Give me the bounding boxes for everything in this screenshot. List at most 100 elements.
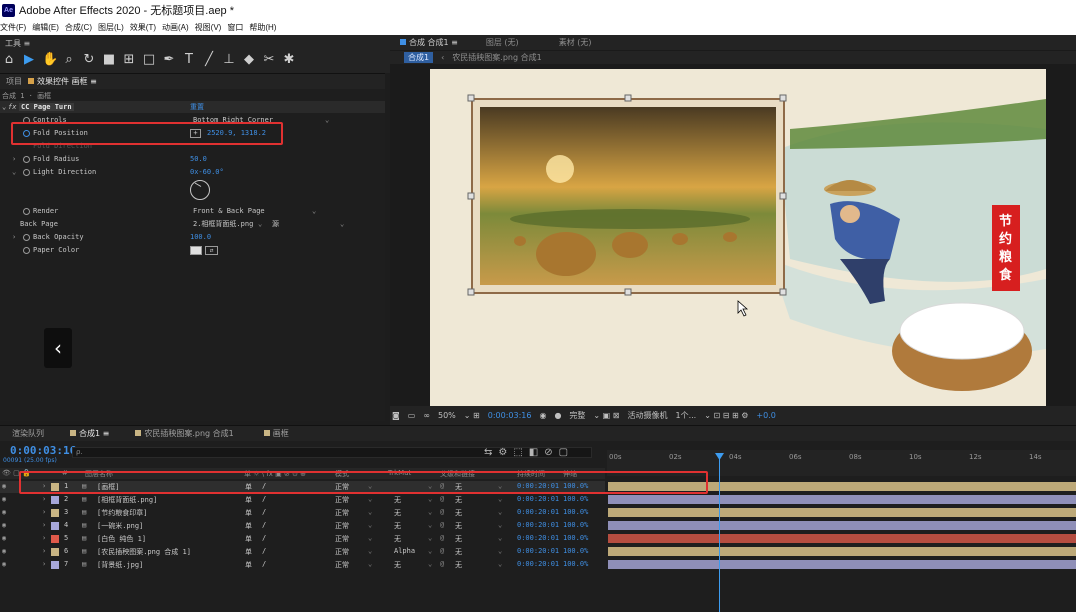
angle-dial[interactable] xyxy=(190,180,210,200)
layer-trkmat[interactable]: 无 xyxy=(394,521,401,531)
layer-duration-bar[interactable] xyxy=(608,521,1076,530)
chevron-down-icon[interactable]: ⌄ xyxy=(368,521,372,529)
pan-behind-icon[interactable]: ⊞ xyxy=(122,52,136,67)
layer-mode[interactable]: 正常 xyxy=(335,508,349,518)
back-arrow-button[interactable]: ‹ xyxy=(44,328,72,368)
puppet-icon[interactable]: ✱ xyxy=(282,52,296,67)
stopwatch-icon[interactable] xyxy=(23,207,30,215)
mask-icon[interactable]: ∞ xyxy=(423,411,430,420)
pen-icon[interactable]: ✒ xyxy=(162,52,176,67)
label-color-swatch[interactable] xyxy=(51,522,59,530)
monitor-icon[interactable]: ▭ xyxy=(408,411,416,420)
expand-arrow-icon[interactable]: ⌄ xyxy=(12,168,16,176)
zoom-icon[interactable]: ⌕ xyxy=(62,52,76,67)
eraser-icon[interactable]: ◆ xyxy=(242,52,256,67)
crumb-nested-comp[interactable]: 农民插秧图案.png 合成1 xyxy=(452,52,541,63)
crumb-comp1[interactable]: 合成1 xyxy=(404,52,434,63)
label-color-swatch[interactable] xyxy=(51,496,59,504)
layer-parent[interactable]: 无 xyxy=(455,547,462,557)
chevron-down-icon[interactable]: ⌄ xyxy=(428,521,432,529)
snapshot-icon[interactable]: ◉ xyxy=(539,411,546,420)
layer-parent[interactable]: 无 xyxy=(455,508,462,518)
expand-arrow-icon[interactable]: › xyxy=(12,155,16,163)
chevron-down-icon[interactable]: ⌄ xyxy=(498,547,502,555)
layer-name[interactable]: [节约粮食印章] xyxy=(97,508,147,518)
playhead-line[interactable] xyxy=(719,456,720,612)
rotate-icon[interactable]: ↻ xyxy=(82,52,96,67)
layer-trkmat[interactable]: 无 xyxy=(394,495,401,505)
expand-arrow-icon[interactable]: › xyxy=(42,547,46,555)
shy-switch-icon[interactable]: 单 xyxy=(245,495,252,505)
zoom-dropdown[interactable]: 50% xyxy=(438,411,456,420)
layer-name[interactable]: [农民插秧图案.png 合成 1] xyxy=(97,547,191,557)
composition-canvas[interactable]: 节 约 粮 食 xyxy=(430,69,1046,406)
chevron-down-icon[interactable]: ⌄ xyxy=(368,534,372,542)
chevron-down-icon[interactable]: ⌄ xyxy=(428,534,432,542)
eye-icon[interactable]: ◉ xyxy=(2,534,6,542)
quality-switch-icon[interactable]: / xyxy=(262,508,266,516)
chevron-down-icon[interactable]: ⌄ xyxy=(368,508,372,516)
quality-switch-icon[interactable]: / xyxy=(262,495,266,503)
fold-radius-value[interactable]: 50.0 xyxy=(190,155,207,163)
pickwhip-icon[interactable]: @ xyxy=(440,495,444,503)
layer-parent[interactable]: 无 xyxy=(455,495,462,505)
eye-icon[interactable]: ◉ xyxy=(2,547,6,555)
brush-icon[interactable]: ╱ xyxy=(202,52,216,67)
layer-mode[interactable]: 正常 xyxy=(335,560,349,570)
layer-mode[interactable]: 正常 xyxy=(335,495,349,505)
roi-icon[interactable]: ⌄ ▣ ⊠ xyxy=(593,411,619,420)
quality-switch-icon[interactable]: / xyxy=(262,547,266,555)
layer-row[interactable]: ◉ › 5 ▤ [白色 纯色 1] 单 / 正常 ⌄ 无 ⌄ @ 无 ⌄ 0:00:20:01 100.0% xyxy=(0,533,605,545)
label-color-swatch[interactable] xyxy=(51,509,59,517)
rectangle-icon[interactable]: □ xyxy=(142,52,156,67)
chevron-down-icon[interactable]: ⌄ xyxy=(368,495,372,503)
layer-trkmat[interactable]: 无 xyxy=(394,508,401,518)
menu-help[interactable]: 帮助(H) xyxy=(249,22,276,33)
expand-arrow-icon[interactable]: › xyxy=(12,233,16,241)
menu-window[interactable]: 窗口 xyxy=(227,22,243,33)
pickwhip-icon[interactable]: @ xyxy=(440,560,444,568)
layer-type-icon[interactable]: ▤ xyxy=(82,547,86,555)
chevron-down-icon[interactable]: ⌄ xyxy=(498,495,502,503)
stopwatch-icon[interactable] xyxy=(23,168,30,176)
chevron-down-icon[interactable]: ⌄ xyxy=(498,560,502,568)
color-icon[interactable]: ● xyxy=(554,411,561,420)
menu-view[interactable]: 视图(V) xyxy=(195,22,222,33)
views-dropdown[interactable]: 1个... xyxy=(675,410,696,421)
stopwatch-icon[interactable] xyxy=(23,233,30,241)
layer-type-icon[interactable]: ▤ xyxy=(82,508,86,516)
eye-icon[interactable]: ◉ xyxy=(2,508,6,516)
shy-switch-icon[interactable]: 单 xyxy=(245,534,252,544)
layer-parent[interactable]: 无 xyxy=(455,521,462,531)
layer-mode[interactable]: 正常 xyxy=(335,521,349,531)
pickwhip-icon[interactable]: @ xyxy=(440,508,444,516)
layer-name[interactable]: [背景纸.jpg] xyxy=(97,560,143,570)
chevron-down-icon[interactable]: ⌄ xyxy=(258,220,262,228)
quality-switch-icon[interactable]: / xyxy=(262,521,266,529)
selection-icon[interactable]: ▶ xyxy=(22,52,36,67)
pickwhip-icon[interactable]: @ xyxy=(440,534,444,542)
eye-icon[interactable]: ◉ xyxy=(2,495,6,503)
chevron-down-icon[interactable]: ⌄ xyxy=(428,547,432,555)
chevron-down-icon[interactable]: ⌄ xyxy=(325,116,329,124)
chevron-down-icon[interactable]: ⌄ xyxy=(498,508,502,516)
hand-icon[interactable]: ✋ xyxy=(42,52,58,67)
fit-icon[interactable]: ⌄ ⊞ xyxy=(464,411,480,420)
layer-row[interactable]: ◉ › 7 ▤ [背景纸.jpg] 单 / 正常 ⌄ 无 ⌄ @ 无 ⌄ 0:00:20:01 100.0% xyxy=(0,559,605,571)
layer-parent[interactable]: 无 xyxy=(455,560,462,570)
layer-row[interactable]: ◉ › 3 ▤ [节约粮食印章] 单 / 正常 ⌄ 无 ⌄ @ 无 ⌄ 0:00:20:01 100.0% xyxy=(0,507,605,519)
expand-arrow-icon[interactable]: › xyxy=(42,534,46,542)
eye-icon[interactable]: ◉ xyxy=(2,560,6,568)
layer-type-icon[interactable]: ▤ xyxy=(82,534,86,542)
tab-render-queue[interactable]: 渲染队列 xyxy=(12,428,44,439)
menu-edit[interactable]: 编辑(E) xyxy=(32,22,59,33)
layer-type-icon[interactable]: ▤ xyxy=(82,560,86,568)
camera-dropdown[interactable]: 活动摄像机 xyxy=(627,410,667,421)
tab-layer[interactable]: 图层 (无) xyxy=(486,37,519,48)
expand-arrow-icon[interactable]: › xyxy=(42,495,46,503)
back-page-dropdown[interactable]: 2.相框背面纸.png xyxy=(193,219,253,229)
fx-badge-icon[interactable]: fx xyxy=(8,103,16,111)
expand-arrow-icon[interactable]: › xyxy=(42,508,46,516)
effect-name[interactable]: CC Page Turn xyxy=(19,103,74,111)
layer-duration-bar[interactable] xyxy=(608,547,1076,556)
